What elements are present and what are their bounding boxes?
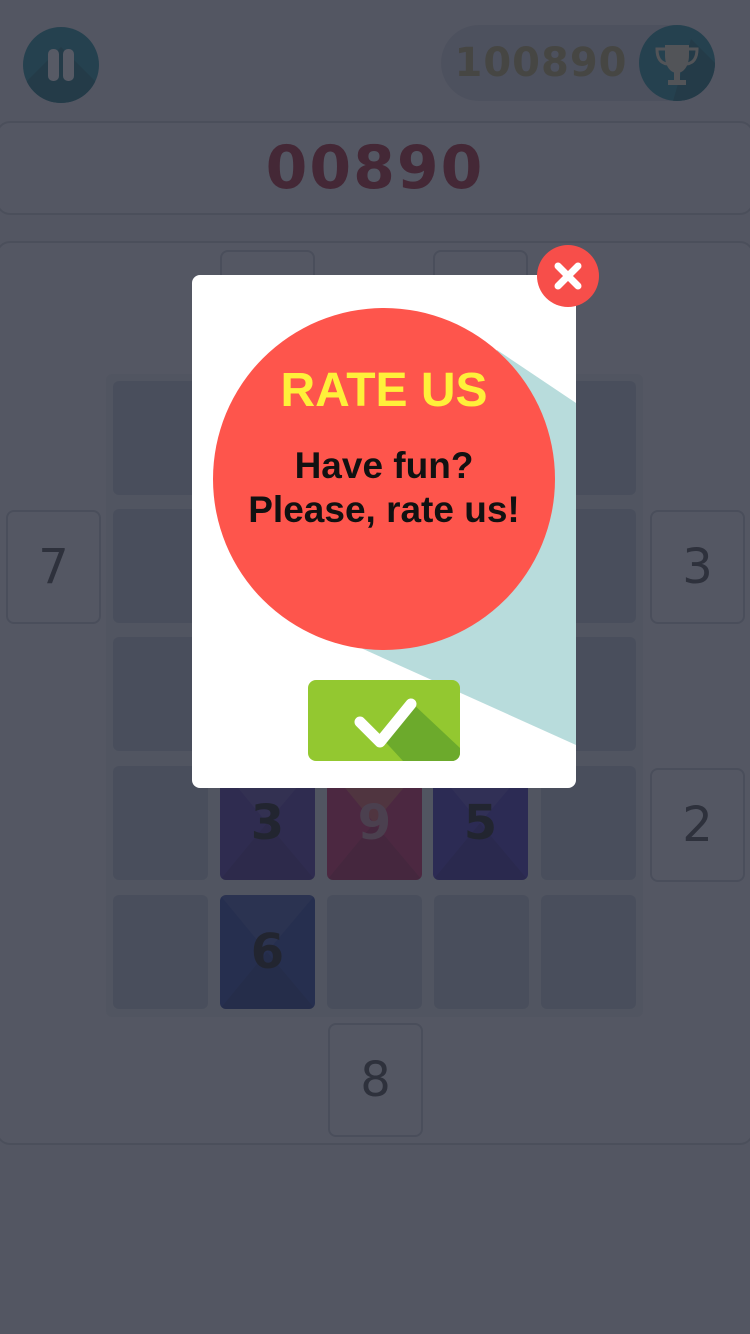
- dialog-title: RATE US: [280, 364, 488, 417]
- close-icon: [554, 262, 582, 290]
- dialog-message-line-1: Have fun?: [294, 445, 474, 486]
- rate-confirm-button[interactable]: [308, 680, 460, 761]
- rate-us-dialog: RATE US Have fun? Please, rate us!: [192, 275, 576, 788]
- close-dialog-button[interactable]: [537, 245, 599, 307]
- dialog-message-line-2: Please, rate us!: [248, 489, 520, 530]
- checkmark-icon: [354, 698, 460, 761]
